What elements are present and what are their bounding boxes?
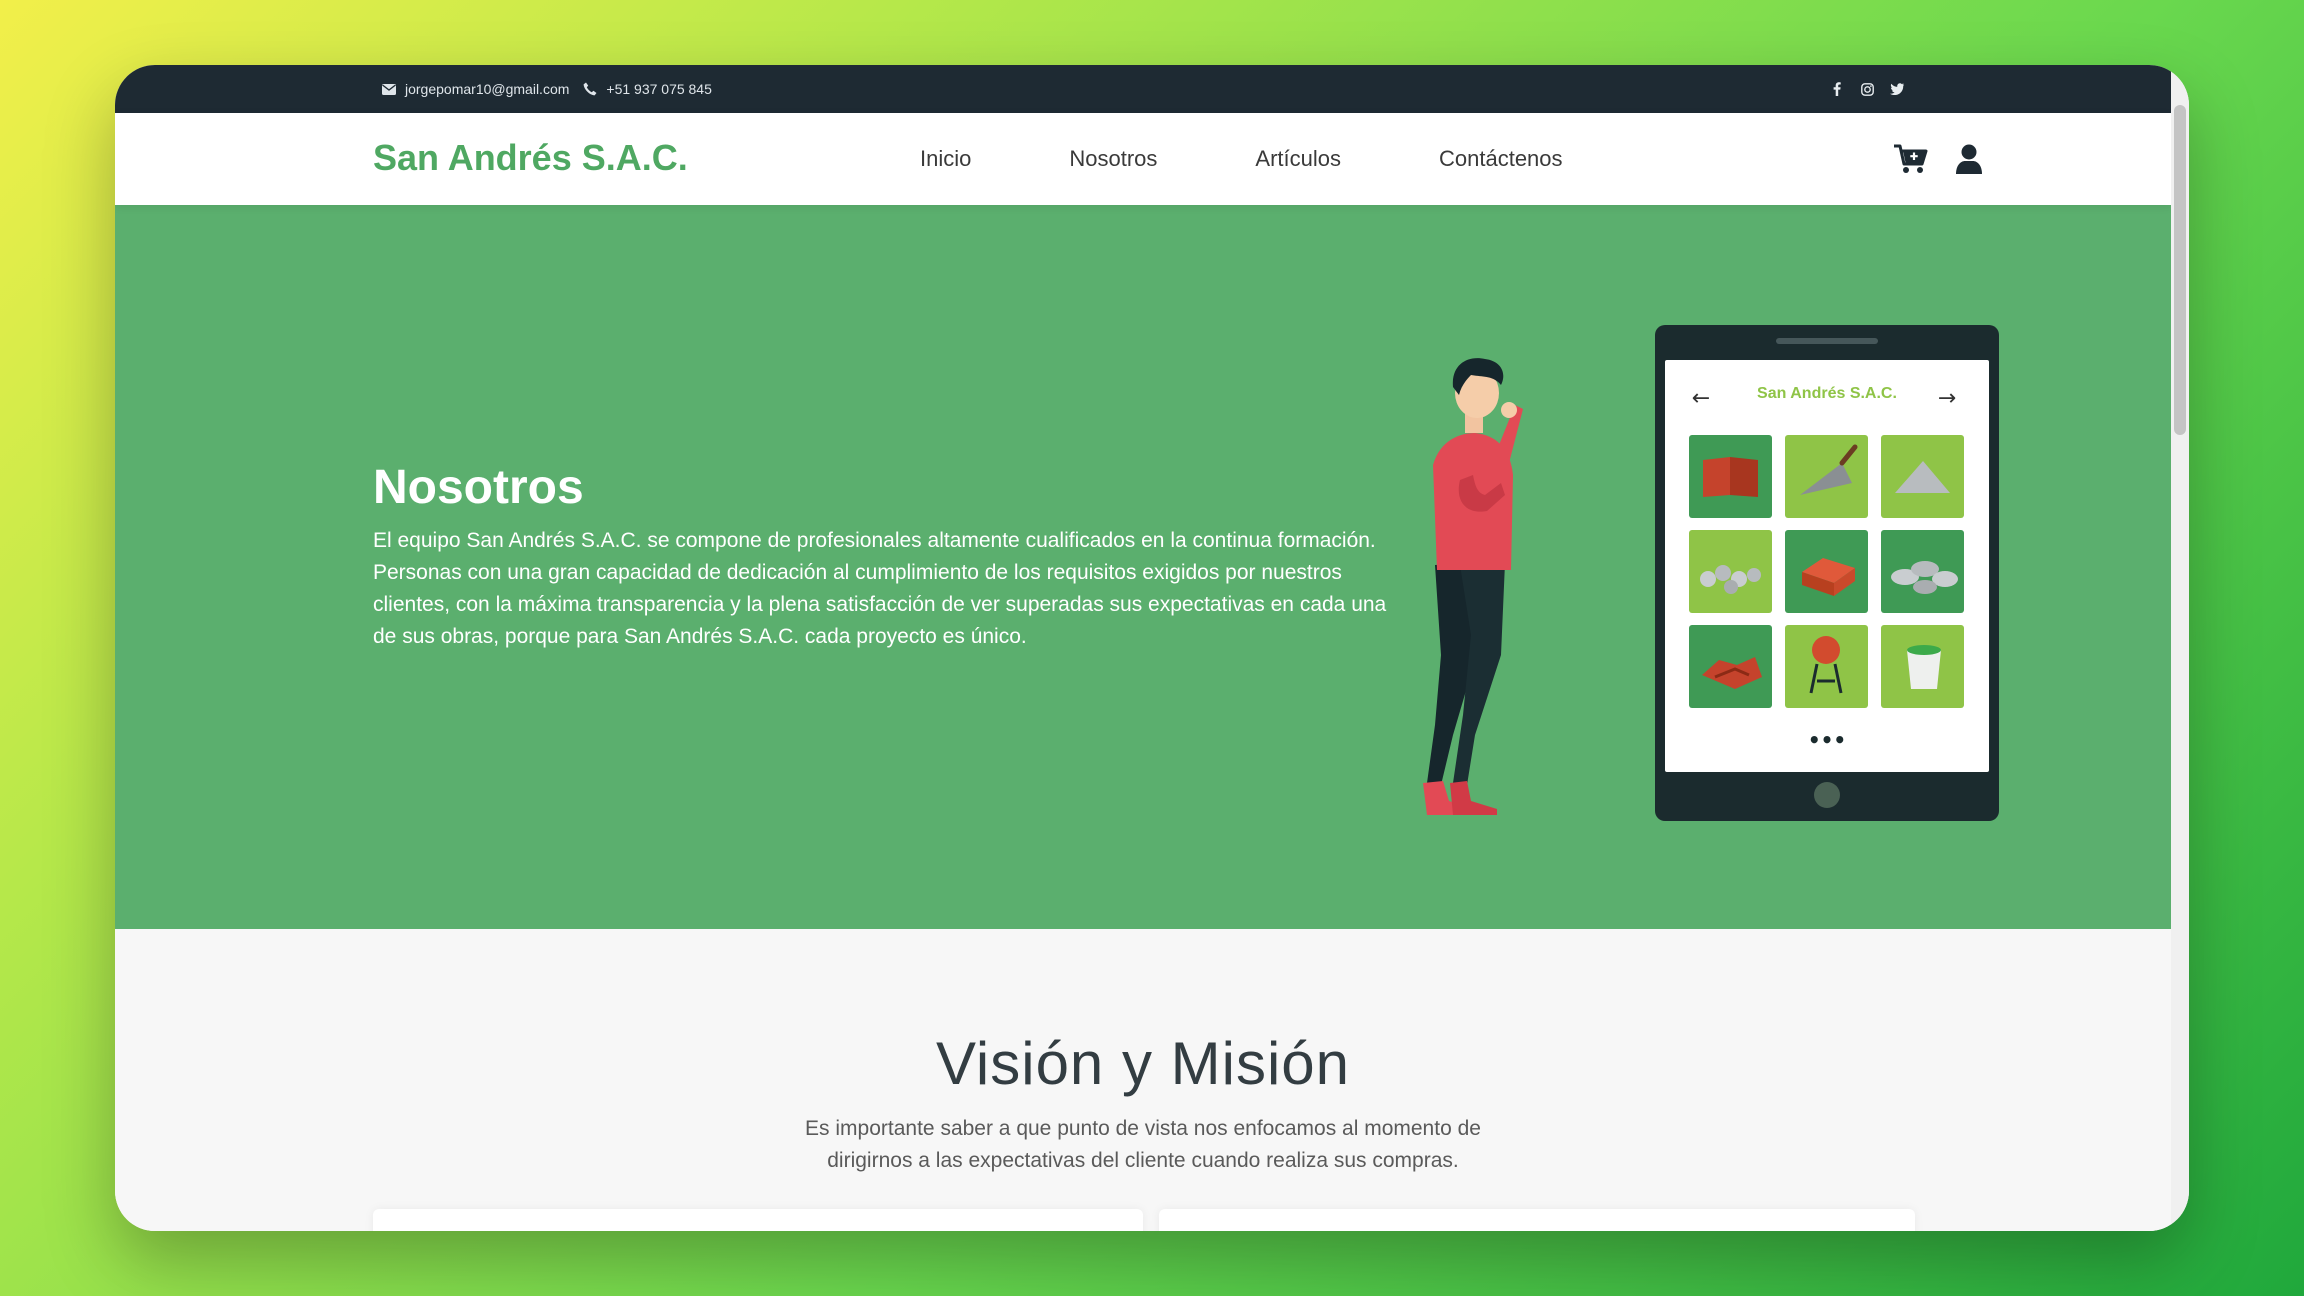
instagram-icon[interactable] — [1859, 81, 1875, 97]
section-description: Es importante saber a que punto de vista… — [805, 1117, 1481, 1172]
phone-text: +51 937 075 845 — [606, 81, 712, 97]
contact-email[interactable]: jorgepomar10@gmail.com — [382, 81, 569, 97]
vision-card — [373, 1209, 1143, 1231]
vision-mision-section: Visión y Misión Es importante saber a qu… — [115, 929, 2171, 1231]
mision-card — [1159, 1209, 1915, 1231]
brand-logo[interactable]: San Andrés S.A.C. — [373, 137, 688, 179]
facebook-icon[interactable] — [1829, 81, 1845, 97]
user-icon[interactable] — [1951, 141, 1987, 177]
contact-phone[interactable]: +51 937 075 845 — [583, 81, 712, 97]
main-navbar: San Andrés S.A.C. Inicio Nosotros Artícu… — [115, 113, 2171, 205]
person-illustration — [1423, 358, 1523, 815]
hero-description: El equipo San Andrés S.A.C. se compone d… — [373, 529, 1387, 648]
top-contact-bar: jorgepomar10@gmail.com +51 937 075 845 — [115, 65, 2171, 113]
page-scrollbar[interactable] — [2171, 65, 2189, 1231]
section-title: Visión y Misión — [935, 1030, 1351, 1097]
cart-icon[interactable] — [1893, 141, 1929, 177]
tablet-more-dots: ••• — [1808, 728, 1846, 752]
scrollbar-thumb[interactable] — [2174, 105, 2186, 435]
envelope-icon — [382, 83, 396, 95]
nav-link-nosotros[interactable]: Nosotros — [1069, 146, 1157, 172]
hero-title: Nosotros — [373, 461, 584, 514]
nav-link-articulos[interactable]: Artículos — [1255, 146, 1341, 172]
main-menu: Inicio Nosotros Artículos Contáctenos — [920, 113, 1661, 205]
phone-icon — [583, 82, 597, 96]
hero-section: Nosotros El equipo San Andrés S.A.C. se … — [115, 205, 2171, 929]
browser-window: jorgepomar10@gmail.com +51 937 075 845 S… — [115, 65, 2189, 1231]
tablet-illustration: ← → San Andrés S.A.C. ••• — [1655, 325, 1999, 821]
tablet-title: San Andrés S.A.C. — [1757, 385, 1897, 402]
nav-link-contactenos[interactable]: Contáctenos — [1439, 146, 1563, 172]
hero-illustration: ← → San Andrés S.A.C. ••• — [1405, 315, 2045, 835]
tablet-prev-arrow: ← — [1692, 386, 1710, 411]
twitter-icon[interactable] — [1889, 81, 1905, 97]
tablet-next-arrow: → — [1938, 386, 1956, 411]
email-text: jorgepomar10@gmail.com — [405, 81, 570, 97]
nav-link-inicio[interactable]: Inicio — [920, 146, 971, 172]
